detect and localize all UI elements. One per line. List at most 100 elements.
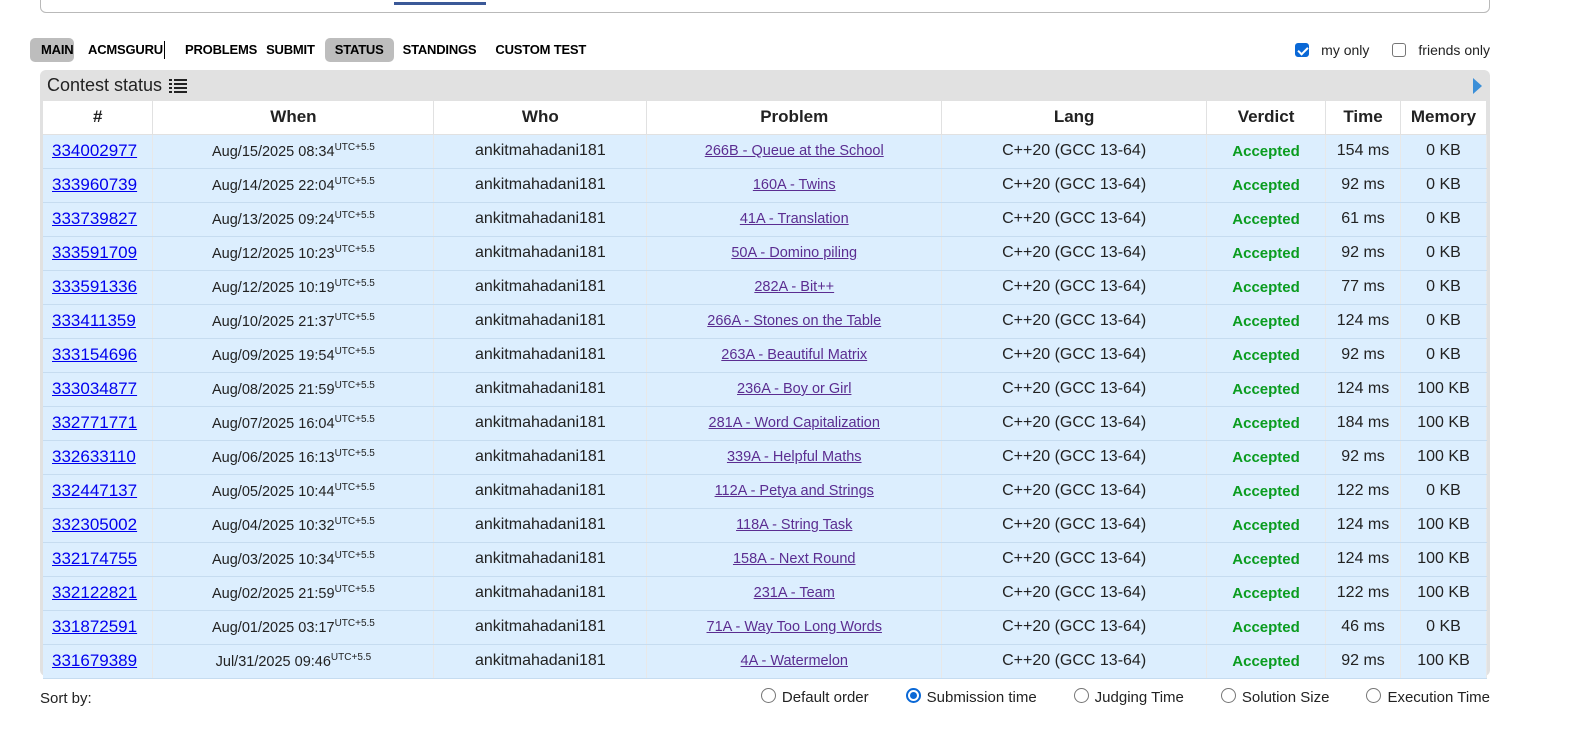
menu-status[interactable]: STATUS (324, 38, 394, 62)
sort-radio-submission-time[interactable] (905, 688, 921, 703)
submission-id-link[interactable]: 333739827 (52, 209, 137, 228)
problem-link[interactable]: 281A - Word Capitalization (709, 415, 880, 431)
when-cell: Jul/31/2025 09:46UTC+5.5 (152, 644, 435, 679)
when-cell: Aug/12/2025 10:23UTC+5.5 (152, 236, 435, 271)
submission-id-link[interactable]: 334002977 (52, 141, 137, 160)
sort-option-default[interactable]: Default order (760, 688, 869, 706)
submission-id-link[interactable]: 333411359 (52, 311, 136, 330)
my-only-checkbox[interactable] (1295, 43, 1310, 57)
submission-id-link[interactable]: 333591336 (52, 277, 137, 296)
problem-link[interactable]: 71A - Way Too Long Words (707, 619, 882, 635)
problem-link[interactable]: 266A - Stones on the Table (707, 313, 881, 329)
my-only-filter[interactable]: my only (1295, 42, 1369, 58)
menu-submit[interactable]: SUBMIT (266, 38, 315, 62)
time-cell: 92 ms (1325, 440, 1401, 475)
timezone-label: UTC+5.5 (334, 142, 375, 154)
submission-id-cell: 331872591 (43, 610, 154, 645)
sort-radio-execution-time[interactable] (1366, 688, 1382, 703)
second-level-menu: MAIN ACMSGURU PROBLEMS SUBMIT STATUS STA… (30, 38, 586, 62)
problem-link[interactable]: 112A - Petya and Strings (715, 483, 874, 499)
problem-cell: 263A - Beautiful Matrix (646, 338, 943, 373)
sort-option-label: Solution Size (1241, 689, 1330, 706)
time-cell: 92 ms (1325, 168, 1401, 203)
friends-only-filter[interactable]: friends only (1392, 42, 1490, 58)
problem-link[interactable]: 160A - Twins (753, 177, 836, 193)
header-time: Time (1325, 101, 1401, 135)
contest-status-panel: Contest status # When Who Problem Lang V… (40, 70, 1490, 679)
menu-standings[interactable]: STANDINGS (394, 38, 477, 62)
time-cell: 61 ms (1325, 202, 1401, 237)
submission-id-link[interactable]: 332122821 (52, 583, 137, 602)
who-cell: ankitmahadani181 (433, 134, 648, 169)
problem-link[interactable]: 236A - Boy or Girl (737, 381, 851, 397)
menu-acmsguru[interactable]: ACMSGURU (88, 38, 163, 62)
sort-radio-default[interactable] (760, 688, 776, 703)
problem-link[interactable]: 50A - Domino piling (731, 245, 857, 261)
memory-cell: 0 KB (1400, 236, 1488, 271)
problem-link[interactable]: 41A - Translation (740, 211, 849, 227)
sort-radio-solution-size[interactable] (1220, 688, 1236, 703)
who-cell: ankitmahadani181 (433, 236, 648, 271)
submission-id-cell: 332174755 (43, 542, 154, 577)
memory-cell: 100 KB (1400, 406, 1488, 441)
sort-option-judging-time[interactable]: Judging Time (1073, 688, 1184, 706)
problem-link[interactable]: 4A - Watermelon (741, 653, 848, 669)
sort-radio-judging-time[interactable] (1073, 688, 1089, 703)
status-table-body: 334002977 Aug/15/2025 08:34UTC+5.5 ankitma… (43, 134, 1488, 679)
problem-link[interactable]: 263A - Beautiful Matrix (721, 347, 867, 363)
verdict-cell: Accepted (1206, 644, 1327, 679)
table-row: 333154696 Aug/09/2025 19:54UTC+5.5 ankitma… (43, 338, 1488, 373)
submission-id-link[interactable]: 333591709 (52, 243, 137, 262)
sort-option-execution-time[interactable]: Execution Time (1366, 688, 1490, 706)
time-cell: 92 ms (1325, 338, 1401, 373)
submission-id-link[interactable]: 332447137 (52, 481, 137, 500)
sort-option-solution-size[interactable]: Solution Size (1220, 688, 1330, 706)
submission-id-link[interactable]: 333154696 (52, 345, 137, 364)
submission-id-link[interactable]: 332174755 (52, 549, 137, 568)
sort-option-submission-time[interactable]: Submission time (905, 688, 1037, 706)
who-cell: ankitmahadani181 (433, 304, 648, 339)
lang-cell: C++20 (GCC 13-64) (941, 338, 1208, 373)
lang-cell: C++20 (GCC 13-64) (941, 474, 1208, 509)
table-row: 331872591 Aug/01/2025 03:17UTC+5.5 ankitma… (43, 610, 1488, 645)
problem-cell: 236A - Boy or Girl (646, 372, 943, 407)
problem-link[interactable]: 339A - Helpful Maths (727, 449, 862, 465)
submission-id-cell: 333591709 (43, 236, 154, 271)
submission-id-link[interactable]: 331679389 (52, 651, 137, 670)
problem-link[interactable]: 118A - String Task (736, 517, 852, 533)
problem-link[interactable]: 231A - Team (754, 585, 835, 601)
submission-id-link[interactable]: 333960739 (52, 175, 137, 194)
sort-option-label: Default order (781, 689, 869, 706)
who-cell: ankitmahadani181 (433, 372, 648, 407)
when-text: Aug/12/2025 10:23 (212, 245, 335, 262)
status-table: # When Who Problem Lang Verdict Time Mem… (43, 101, 1488, 679)
submission-id-link[interactable]: 332633110 (52, 447, 136, 466)
verdict-cell: Accepted (1206, 168, 1327, 203)
problem-link[interactable]: 282A - Bit++ (754, 279, 834, 295)
problem-link[interactable]: 158A - Next Round (733, 551, 856, 567)
problem-link[interactable]: 266B - Queue at the School (705, 143, 884, 159)
sort-label: Sort by: (40, 690, 92, 707)
arrow-right-icon[interactable] (1473, 78, 1482, 94)
submission-id-link[interactable]: 332305002 (52, 515, 137, 534)
verdict-cell: Accepted (1206, 270, 1327, 305)
submission-id-cell: 333960739 (43, 168, 154, 203)
who-cell: ankitmahadani181 (433, 542, 648, 577)
lang-cell: C++20 (GCC 13-64) (941, 202, 1208, 237)
who-cell: ankitmahadani181 (433, 338, 648, 373)
menu-custom-test[interactable]: CUSTOM TEST (495, 38, 586, 62)
when-text: Aug/01/2025 03:17 (212, 619, 335, 636)
submission-id-cell: 333411359 (43, 304, 154, 339)
submission-id-link[interactable]: 331872591 (52, 617, 137, 636)
lang-cell: C++20 (GCC 13-64) (941, 406, 1208, 441)
submission-id-link[interactable]: 332771771 (52, 413, 137, 432)
menu-problems[interactable]: PROBLEMS (175, 38, 266, 62)
memory-cell: 0 KB (1400, 610, 1488, 645)
time-cell: 124 ms (1325, 372, 1401, 407)
menu-main[interactable]: MAIN (30, 38, 74, 62)
when-cell: Aug/01/2025 03:17UTC+5.5 (152, 610, 435, 645)
friends-only-checkbox[interactable] (1392, 43, 1407, 57)
submission-id-link[interactable]: 333034877 (52, 379, 137, 398)
when-cell: Aug/02/2025 21:59UTC+5.5 (152, 576, 435, 611)
when-text: Aug/15/2025 08:34 (212, 143, 335, 160)
